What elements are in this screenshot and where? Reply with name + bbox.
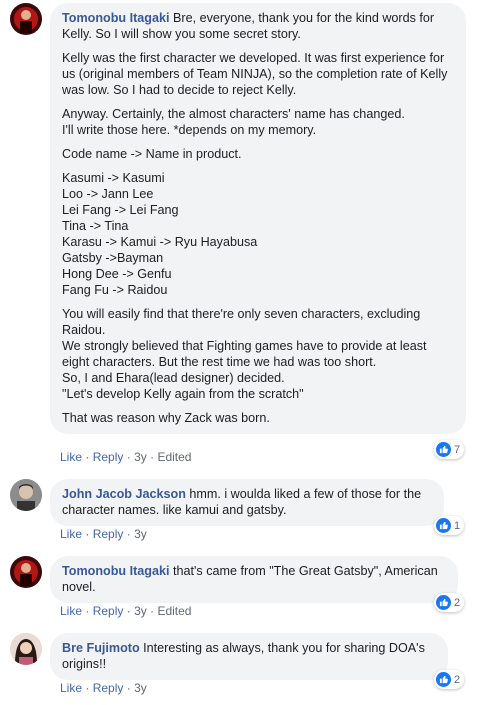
like-link[interactable]: Like [60, 681, 82, 695]
comment-text: John Jacob Jackson hmm. i woulda liked a… [62, 487, 422, 517]
timestamp[interactable]: 3y [134, 527, 147, 541]
reaction-count-badge[interactable]: 1 [434, 516, 465, 535]
timestamp[interactable]: 3y [134, 450, 147, 464]
avatar[interactable] [10, 3, 42, 35]
reaction-count-badge[interactable]: 2 [434, 670, 465, 689]
timestamp[interactable]: 3y [134, 681, 147, 695]
like-link[interactable]: Like [60, 450, 82, 464]
avatar[interactable] [10, 479, 42, 511]
comment-paragraph: That was reason why Zack was born. [62, 411, 270, 425]
reply-link[interactable]: Reply [93, 681, 124, 695]
reaction-count: 2 [454, 673, 461, 686]
comment-first-paragraph: Tomonobu Itagaki Bre, everyone, thank yo… [62, 10, 454, 42]
comment-actions: Like · Reply · 3y · Edited [60, 604, 192, 618]
reaction-count: 7 [454, 443, 461, 456]
avatar[interactable] [10, 556, 42, 588]
comment-text: Bre Fujimoto Interesting as always, than… [62, 641, 425, 671]
comment-actions: Like · Reply · 3y [60, 527, 147, 541]
reaction-count: 1 [454, 519, 461, 532]
edited-label[interactable]: Edited [157, 604, 191, 618]
edited-label[interactable]: Edited [157, 450, 191, 464]
reaction-count: 2 [454, 596, 461, 609]
thumbs-up-icon [436, 672, 451, 687]
comment-bubble: Tomonobu Itagaki that's came from "The G… [50, 556, 458, 603]
comment-paragraph: Anyway. Certainly, the almost characters… [62, 107, 405, 137]
avatar[interactable] [10, 633, 42, 665]
author-name[interactable]: Bre Fujimoto [62, 641, 140, 655]
reaction-count-badge[interactable]: 7 [434, 440, 465, 459]
comment-text: Tomonobu Itagaki that's came from "The G… [62, 564, 438, 594]
thumbs-up-icon [436, 595, 451, 610]
reply-link[interactable]: Reply [93, 527, 124, 541]
comment-bubble: Bre Fujimoto Interesting as always, than… [50, 633, 448, 680]
reaction-count-badge[interactable]: 2 [434, 593, 465, 612]
comment-paragraph: You will easily find that there're only … [62, 307, 427, 401]
author-name[interactable]: Tomonobu Itagaki [62, 564, 170, 578]
reply-link[interactable]: Reply [93, 604, 124, 618]
like-link[interactable]: Like [60, 527, 82, 541]
author-name[interactable]: Tomonobu Itagaki [62, 11, 170, 25]
comment-paragraph: Code name -> Name in product. [62, 147, 242, 161]
thumbs-up-icon [436, 442, 451, 457]
thumbs-up-icon [436, 518, 451, 533]
comment-bubble: Tomonobu Itagaki Bre, everyone, thank yo… [50, 3, 466, 434]
comment-actions: Like · Reply · 3y [60, 681, 147, 695]
comment-paragraph: Kelly was the first character we develop… [62, 51, 448, 97]
comment-actions: Like · Reply · 3y · Edited [60, 450, 192, 464]
timestamp[interactable]: 3y [134, 604, 147, 618]
comment-bubble: John Jacob Jackson hmm. i woulda liked a… [50, 479, 444, 526]
author-name[interactable]: John Jacob Jackson [62, 487, 186, 501]
comment-paragraph: Kasumi -> Kasumi Loo -> Jann Lee Lei Fan… [62, 171, 258, 297]
like-link[interactable]: Like [60, 604, 82, 618]
reply-link[interactable]: Reply [93, 450, 124, 464]
